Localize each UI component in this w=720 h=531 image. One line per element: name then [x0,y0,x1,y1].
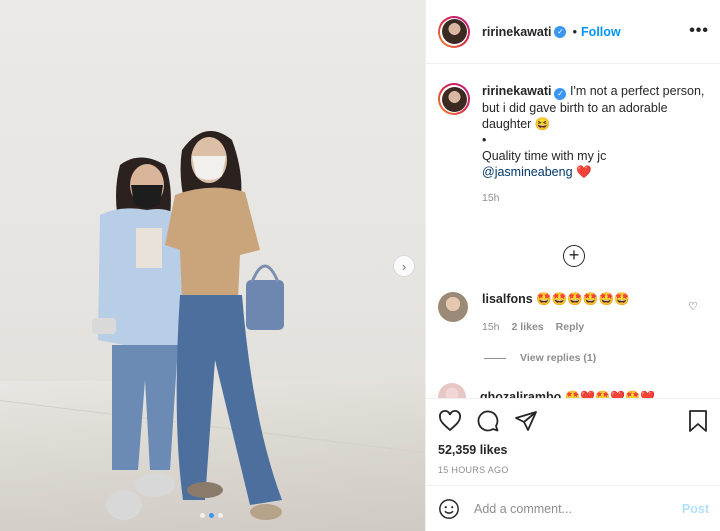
comment-item: ghozalirambo 🤩❤️🤩❤️🤩❤️ [438,383,655,398]
post-header: ririnekawati ✓ • Follow ••• [426,0,720,64]
action-icons-row [438,409,709,433]
comment-input[interactable]: Add a comment... [474,502,682,516]
carousel-dot-active [209,513,214,518]
heart-icon[interactable] [438,409,462,433]
view-replies-button[interactable]: View replies (1) [484,352,596,364]
reply-button[interactable]: Reply [556,321,585,333]
caption-text: ririnekawati ✓ I'm not a perfect person, … [482,83,709,206]
share-icon[interactable] [514,409,538,433]
mention-link[interactable]: @jasmineabeng [482,165,573,179]
view-replies-label: View replies (1) [520,352,597,364]
commenter-username[interactable]: lisalfons [482,292,533,306]
follow-button[interactable]: Follow [581,25,621,39]
caption-line: • [482,133,487,147]
post-comment-button[interactable]: Post [682,502,709,516]
right-person [165,131,284,520]
commenter-username[interactable]: ghozalirambo [480,390,561,398]
verified-badge-icon: ✓ [554,25,567,38]
comment-body: lisalfons 🤩🤩🤩🤩🤩🤩 15h 2 likes Reply [482,292,630,333]
comment-item: lisalfons 🤩🤩🤩🤩🤩🤩 15h 2 likes Reply [438,292,708,333]
post-actions: 52,359 likes 15 HOURS AGO [426,398,720,484]
caption-line: I'm not a perfect person, [569,84,705,98]
replies-divider [484,357,506,359]
carousel-dot [218,513,223,518]
comment-meta: 15h 2 likes Reply [482,321,630,333]
load-more-comments-button[interactable]: + [563,245,585,267]
comment-likes[interactable]: 2 likes [512,321,544,333]
post-side-panel: ririnekawati ✓ • Follow ••• ririnekawati… [425,0,720,531]
add-comment-bar: Add a comment... Post [426,485,720,531]
comments-section: ririnekawati ✓ I'm not a perfect person, … [426,65,720,398]
separator: • [572,24,578,39]
bookmark-icon[interactable] [687,409,709,433]
comment-text: 🤩🤩🤩🤩🤩🤩 [536,292,630,306]
carousel-dot [200,513,205,518]
next-photo-button[interactable]: › [393,255,415,277]
people-illustration [92,131,284,520]
commenter-avatar[interactable] [438,292,468,322]
carousel-indicator [200,513,223,518]
verified-badge-icon: ✓ [554,88,567,100]
emoji-icon[interactable] [438,498,460,520]
comment-icon[interactable] [476,409,500,433]
comment-time[interactable]: 15h [482,321,500,333]
caption-avatar[interactable] [438,83,470,115]
comment-like-heart-icon[interactable]: ♡ [688,300,698,313]
post-timestamp[interactable]: 15 HOURS AGO [438,465,709,475]
caption-line: Quality time with my jc [482,149,607,163]
commenter-avatar[interactable] [438,383,466,398]
author-username[interactable]: ririnekawati [482,25,551,39]
post-photo[interactable]: › [0,0,425,531]
comment-text: 🤩❤️🤩❤️🤩❤️ [565,390,655,398]
left-person [92,157,185,520]
likes-count[interactable]: 52,359 likes [438,443,709,457]
author-avatar[interactable] [438,15,470,48]
caption: ririnekawati ✓ I'm not a perfect person, … [438,83,709,206]
heart-emoji: ❤️ [576,165,592,179]
caption-time[interactable]: 15h [482,190,709,206]
more-options-icon[interactable]: ••• [689,22,709,40]
caption-line: but i did gave birth to an adorable daug… [482,101,668,131]
chevron-right-icon: › [401,258,407,274]
caption-username[interactable]: ririnekawati [482,84,551,98]
author-name-row: ririnekawati ✓ • Follow [482,24,621,39]
